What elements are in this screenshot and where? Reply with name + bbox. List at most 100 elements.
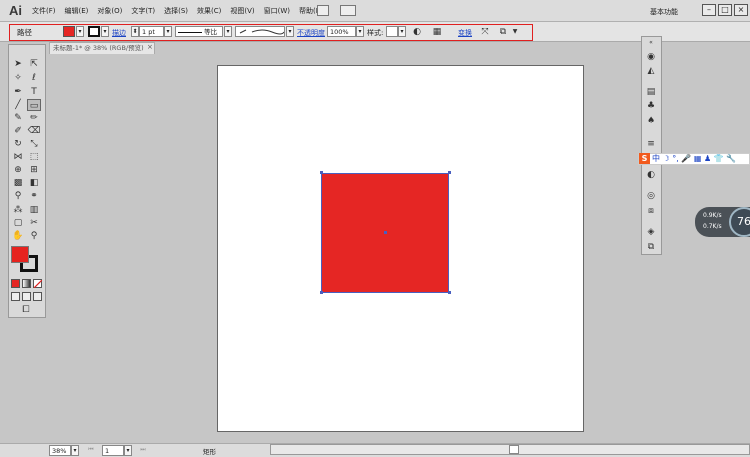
brushes-panel-icon[interactable]: ♠: [645, 116, 657, 126]
mesh-tool-icon[interactable]: ▩: [11, 177, 25, 189]
opacity-dropdown[interactable]: ▾: [356, 26, 364, 37]
direct-selection-tool-icon[interactable]: ⇱: [27, 58, 41, 70]
menu-file[interactable]: 文件(F): [32, 6, 56, 16]
first-artboard-icon[interactable]: ⏮: [84, 444, 98, 456]
arrange-documents-icon[interactable]: [340, 5, 356, 16]
width-tool-icon[interactable]: ⋈: [11, 151, 25, 163]
hand-tool-icon[interactable]: ✋: [11, 230, 25, 242]
workspace-switcher[interactable]: 基本功能: [650, 7, 678, 17]
menu-select[interactable]: 选择(S): [164, 6, 188, 16]
ime-toolbar-buttons[interactable]: 中 ☽ °, 🎤 ▦ ♟ 👕 🔧: [652, 154, 736, 164]
transparency-panel-icon[interactable]: ◐: [645, 170, 657, 180]
symbols-panel-icon[interactable]: ♣: [645, 101, 657, 111]
anchor-point[interactable]: [320, 171, 323, 174]
layers-panel-icon[interactable]: ◈: [645, 227, 657, 237]
stroke-panel-link[interactable]: 描边: [112, 28, 126, 38]
gradient-mode-icon[interactable]: [22, 279, 31, 288]
selection-tool-icon[interactable]: ➤: [11, 58, 25, 70]
artboards-panel-icon[interactable]: ⧉: [645, 242, 657, 252]
scale-tool-icon[interactable]: ⤡: [27, 138, 41, 150]
sogou-logo-icon[interactable]: S: [639, 153, 650, 164]
rectangle-tool-icon[interactable]: ▭: [27, 99, 41, 111]
anchor-point[interactable]: [448, 291, 451, 294]
eraser-tool-icon[interactable]: ⌫: [27, 125, 41, 137]
pencil-tool-icon[interactable]: ✏: [27, 112, 41, 124]
graphic-style-swatch[interactable]: [386, 26, 398, 37]
perspective-grid-tool-icon[interactable]: ⊞: [27, 164, 41, 176]
scrollbar-thumb[interactable]: [509, 445, 519, 454]
zoom-tool-icon[interactable]: ⚲: [27, 230, 41, 242]
document-tab[interactable]: 未标题-1* @ 38% (RGB/预览): [49, 42, 155, 54]
stroke-weight-field[interactable]: 1 pt: [139, 26, 164, 37]
menu-window[interactable]: 窗口(W): [264, 6, 290, 16]
draw-normal-icon[interactable]: [11, 292, 20, 301]
line-tool-icon[interactable]: ╱: [11, 99, 25, 111]
center-point: [384, 231, 387, 234]
paintbrush-tool-icon[interactable]: ✎: [11, 112, 25, 124]
magic-wand-tool-icon[interactable]: ✧: [11, 72, 25, 84]
minimize-button[interactable]: –: [702, 4, 716, 16]
tab-close-icon[interactable]: ×: [147, 43, 153, 51]
collapse-panel-icon[interactable]: «: [645, 38, 657, 48]
blob-brush-tool-icon[interactable]: ✐: [11, 125, 25, 137]
pen-tool-icon[interactable]: ✒: [11, 86, 25, 98]
shape-builder-tool-icon[interactable]: ⊕: [11, 164, 25, 176]
type-tool-icon[interactable]: T: [27, 86, 41, 98]
transform-link[interactable]: 变换: [458, 28, 472, 38]
menu-effect[interactable]: 效果(C): [197, 6, 221, 16]
graphic-style-dropdown[interactable]: ▾: [398, 26, 406, 37]
brush-definition-field[interactable]: [235, 26, 285, 37]
none-mode-icon[interactable]: [33, 279, 43, 289]
restore-button[interactable]: □: [718, 4, 732, 16]
stroke-dropdown[interactable]: ▾: [101, 26, 109, 37]
menu-type[interactable]: 文字(T): [131, 6, 155, 16]
column-graph-tool-icon[interactable]: ▥: [27, 204, 41, 216]
swatches-panel-icon[interactable]: ▤: [645, 87, 657, 97]
control-menu-icon[interactable]: ▼: [508, 26, 522, 38]
menu-edit[interactable]: 编辑(E): [65, 6, 89, 16]
stroke-weight-dropdown[interactable]: ▾: [164, 26, 172, 37]
blend-tool-icon[interactable]: ⚭: [27, 190, 41, 202]
graphic-styles-panel-icon[interactable]: ◭: [645, 66, 657, 76]
opacity-field[interactable]: 100%: [327, 26, 356, 37]
menu-object[interactable]: 对象(O): [97, 6, 122, 16]
opacity-link[interactable]: 不透明度: [297, 28, 325, 38]
artboard-tool-icon[interactable]: ▢: [11, 217, 25, 229]
screen-mode-icon[interactable]: ⧠: [19, 304, 33, 316]
fill-color-swatch[interactable]: [11, 246, 29, 263]
bridge-icon[interactable]: [317, 5, 329, 16]
anchor-point[interactable]: [448, 171, 451, 174]
zoom-field[interactable]: 38%: [49, 445, 71, 456]
fill-swatch[interactable]: [63, 26, 75, 37]
lasso-tool-icon[interactable]: ℓ: [27, 72, 41, 84]
navigator-panel-icon[interactable]: ⧈: [645, 206, 657, 216]
eyedropper-tool-icon[interactable]: ⚲: [11, 190, 25, 202]
symbol-sprayer-tool-icon[interactable]: ⁂: [11, 204, 25, 216]
color-guide-panel-icon[interactable]: ◎: [645, 191, 657, 201]
stroke-swatch[interactable]: [88, 26, 100, 37]
slice-tool-icon[interactable]: ✂: [27, 217, 41, 229]
stroke-profile-dropdown[interactable]: ▾: [224, 26, 232, 37]
color-mode-icon[interactable]: [11, 279, 20, 288]
anchor-point[interactable]: [320, 291, 323, 294]
draw-behind-icon[interactable]: [22, 292, 31, 301]
draw-inside-icon[interactable]: [33, 292, 42, 301]
appearance-panel-icon[interactable]: ◉: [645, 52, 657, 62]
artboard-number-field[interactable]: 1: [102, 445, 124, 456]
stroke-profile-field[interactable]: 等比: [175, 26, 223, 37]
free-transform-tool-icon[interactable]: ⬚: [27, 151, 41, 163]
zoom-dropdown[interactable]: ▾: [71, 445, 79, 456]
gradient-tool-icon[interactable]: ◧: [27, 177, 41, 189]
align-icon[interactable]: ▦: [430, 26, 444, 38]
artboard-dropdown[interactable]: ▾: [124, 445, 132, 456]
transform-icon[interactable]: ⤧: [478, 26, 492, 38]
close-button[interactable]: ×: [734, 4, 748, 16]
brush-definition-dropdown[interactable]: ▾: [286, 26, 294, 37]
stroke-panel-icon[interactable]: ≡: [645, 139, 657, 149]
recolor-artwork-icon[interactable]: ◐: [410, 26, 424, 38]
menu-view[interactable]: 视图(V): [230, 6, 254, 16]
last-artboard-icon[interactable]: ⏭: [136, 444, 150, 456]
stroke-weight-stepper[interactable]: ⬍: [131, 26, 139, 37]
fill-dropdown[interactable]: ▾: [76, 26, 84, 37]
rotate-tool-icon[interactable]: ↻: [11, 138, 25, 150]
